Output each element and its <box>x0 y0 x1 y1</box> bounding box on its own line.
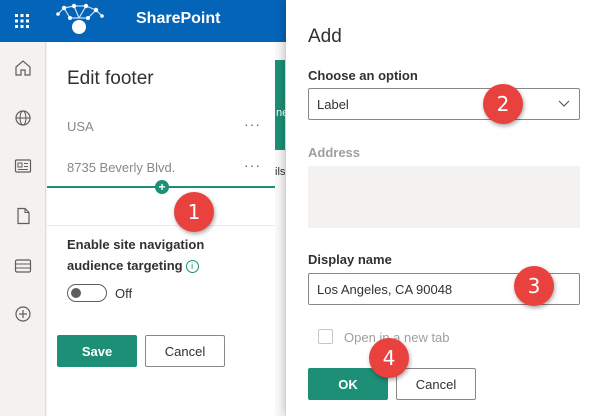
divider <box>47 225 275 226</box>
chevron-down-icon <box>557 96 571 110</box>
page-background-banner <box>275 60 285 150</box>
display-name-value: Los Angeles, CA 90048 <box>317 282 453 297</box>
choose-option-dropdown[interactable]: Label <box>308 88 580 120</box>
add-dialog: Add Choose an option Label Address Displ… <box>286 0 590 416</box>
background-text: ne <box>276 107 286 119</box>
step-marker-2: 2 <box>483 84 523 124</box>
sharepoint-window: SharePoint Edit footer USA ··· 8735 Beve… <box>0 0 590 416</box>
dropdown-value: Label <box>317 97 349 112</box>
step-marker-4: 4 <box>369 338 409 378</box>
more-options-icon[interactable]: ··· <box>244 116 261 132</box>
home-icon[interactable] <box>11 56 35 80</box>
add-link-icon[interactable]: + <box>155 180 169 194</box>
footer-item[interactable]: 8735 Beverly Blvd. <box>67 160 267 175</box>
info-icon[interactable]: i <box>185 260 199 274</box>
step-marker-3: 3 <box>514 266 554 306</box>
app-launcher-icon[interactable] <box>0 0 44 42</box>
save-button[interactable]: Save <box>57 335 137 367</box>
document-icon[interactable] <box>11 204 35 228</box>
globe-icon[interactable] <box>11 106 35 130</box>
toggle-state-label: Off <box>115 286 133 301</box>
footer-item[interactable]: USA <box>67 119 267 134</box>
edit-footer-panel: Edit footer USA ··· 8735 Beverly Blvd. ·… <box>47 42 275 416</box>
left-rail <box>0 42 46 416</box>
cancel-button[interactable]: Cancel <box>396 368 476 400</box>
new-tab-checkbox[interactable] <box>318 329 333 344</box>
site-logo[interactable] <box>52 0 112 42</box>
choose-option-label: Choose an option <box>308 68 418 83</box>
audience-targeting-toggle[interactable] <box>67 284 107 302</box>
address-field[interactable] <box>308 166 580 228</box>
cancel-button[interactable]: Cancel <box>145 335 225 367</box>
footer-item-label: USA <box>67 119 94 134</box>
news-icon[interactable] <box>11 154 35 178</box>
app-title[interactable]: SharePoint <box>136 10 220 28</box>
more-options-icon[interactable]: ··· <box>244 157 261 173</box>
step-marker-1: 1 <box>174 192 214 232</box>
list-icon[interactable] <box>11 254 35 278</box>
panel-title: Edit footer <box>67 68 154 89</box>
footer-item-label: 8735 Beverly Blvd. <box>67 160 176 175</box>
toggle-knob <box>71 288 81 298</box>
add-circle-icon[interactable] <box>11 302 35 326</box>
display-name-label: Display name <box>308 252 392 267</box>
navigation-targeting-label: Enable site navigation audience targetin… <box>67 237 205 274</box>
address-label: Address <box>308 145 361 160</box>
dialog-title: Add <box>308 26 342 47</box>
